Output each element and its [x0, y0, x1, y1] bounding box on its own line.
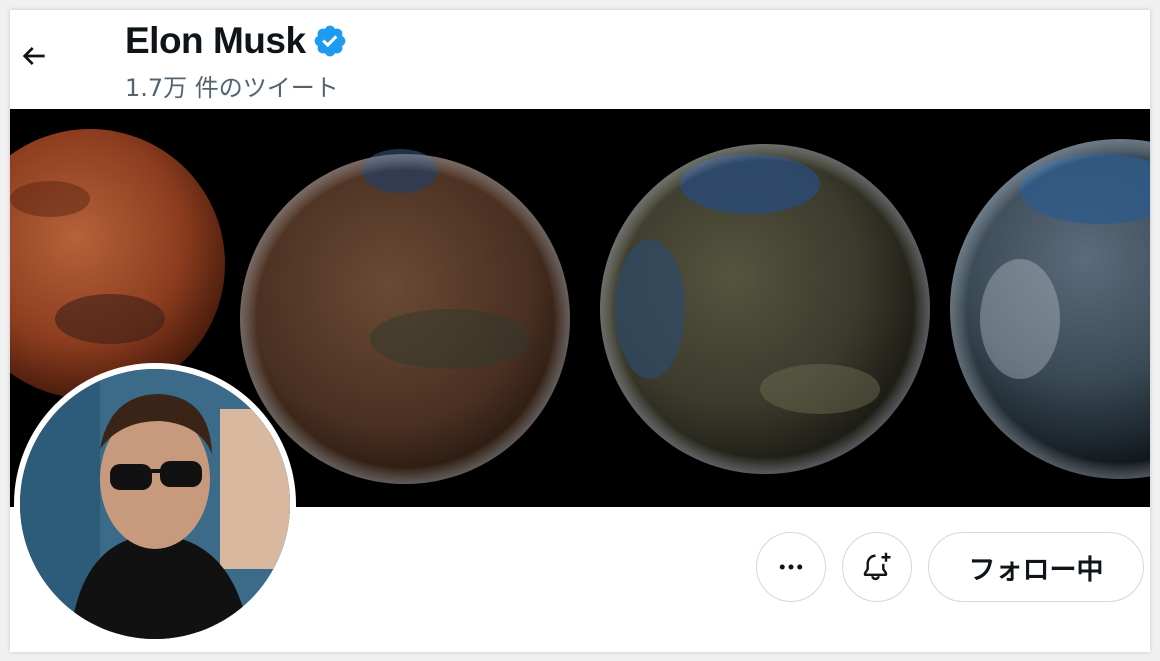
arrow-left-icon	[22, 47, 45, 65]
avatar[interactable]	[14, 363, 296, 645]
back-button[interactable]	[14, 36, 54, 76]
profile-name: Elon Musk	[125, 20, 306, 61]
notify-button[interactable]	[842, 532, 912, 602]
verified-badge-icon	[312, 23, 348, 59]
profile-photo	[20, 369, 290, 639]
tweet-count: 1.7万 件のツイート	[125, 74, 339, 102]
title-row: Elon Musk	[125, 20, 348, 62]
bell-plus-icon	[863, 552, 891, 581]
profile-actions: フォロー中	[756, 532, 1144, 602]
profile-header: Elon Musk 1.7万 件のツイート	[10, 10, 1150, 109]
following-button[interactable]: フォロー中	[928, 532, 1144, 602]
profile-frame: Elon Musk 1.7万 件のツイート フォロー中	[10, 10, 1150, 652]
more-button[interactable]	[756, 532, 826, 602]
more-horizontal-icon	[779, 564, 803, 570]
